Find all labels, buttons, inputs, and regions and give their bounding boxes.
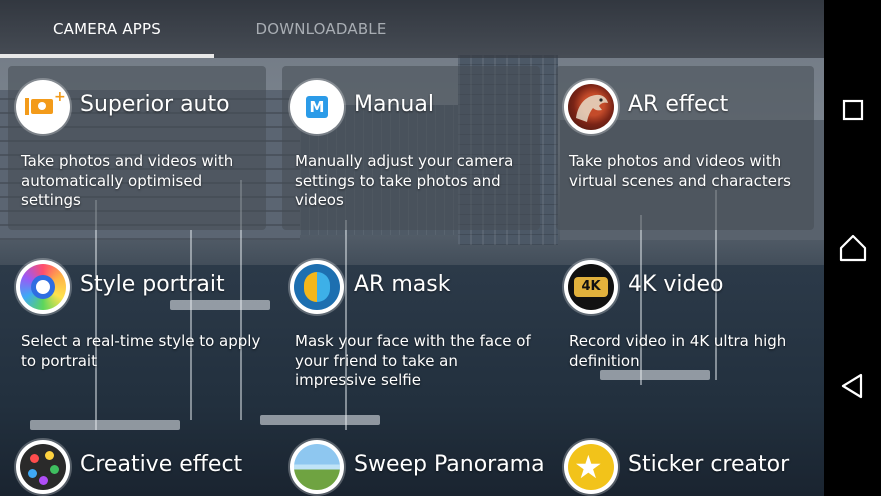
app-title: Superior auto (80, 92, 230, 117)
tab-downloadable[interactable]: DOWNLOADABLE (214, 0, 428, 58)
recents-square-icon[interactable] (838, 95, 868, 125)
app-title: AR effect (628, 92, 729, 117)
panorama-icon (290, 440, 344, 494)
app-description: Manually adjust your camera settings to … (295, 152, 514, 209)
navigation-bar (824, 0, 881, 496)
app-card-4k-video[interactable]: 4K 4K video Record video in 4K ultra hig… (556, 246, 814, 410)
active-tab-indicator (0, 54, 214, 58)
style-portrait-icon (16, 260, 70, 314)
app-description: Record video in 4K ultra high definition (569, 332, 787, 370)
app-title: AR mask (354, 272, 451, 297)
sticker-star-icon: ★ (564, 440, 618, 494)
app-description: Take photos and videos with automaticall… (21, 152, 234, 209)
home-icon[interactable] (838, 233, 868, 263)
app-title: Style portrait (80, 272, 225, 297)
app-title: Manual (354, 92, 434, 117)
app-description: Mask your face with the face of your fri… (295, 332, 531, 389)
manual-m-icon: M (290, 80, 344, 134)
tab-camera-apps[interactable]: CAMERA APPS (0, 0, 214, 58)
app-title: 4K video (628, 272, 724, 297)
tab-bar: CAMERA APPS DOWNLOADABLE (0, 0, 824, 58)
back-triangle-icon[interactable] (838, 371, 868, 401)
app-card-sticker-creator[interactable]: ★ Sticker creator (556, 426, 814, 496)
app-description: Take photos and videos with virtual scen… (569, 152, 791, 190)
app-title: Sweep Panorama (354, 452, 545, 477)
4k-icon-label: 4K (574, 277, 608, 297)
app-card-sweep-panorama[interactable]: Sweep Panorama (282, 426, 545, 496)
manual-icon-letter: M (306, 96, 328, 118)
app-card-style-portrait[interactable]: Style portrait Select a real-time style … (8, 246, 266, 410)
app-title: Sticker creator (628, 452, 790, 477)
app-description: Select a real-time style to apply to por… (21, 332, 261, 370)
ar-mask-icon (290, 260, 344, 314)
4k-icon: 4K (564, 260, 618, 314)
app-card-ar-mask[interactable]: AR mask Mask your face with the face of … (282, 246, 540, 410)
app-title: Creative effect (80, 452, 243, 477)
boat-hull (260, 415, 380, 425)
app-card-ar-effect[interactable]: AR effect Take photos and videos with vi… (556, 66, 814, 230)
app-card-creative-effect[interactable]: Creative effect (8, 426, 266, 496)
palette-icon (16, 440, 70, 494)
app-card-superior-auto[interactable]: + Superior auto Take photos and videos w… (8, 66, 266, 230)
dinosaur-icon (564, 80, 618, 134)
app-card-manual[interactable]: M Manual Manually adjust your camera set… (282, 66, 540, 230)
auto-camera-icon: + (16, 80, 70, 134)
